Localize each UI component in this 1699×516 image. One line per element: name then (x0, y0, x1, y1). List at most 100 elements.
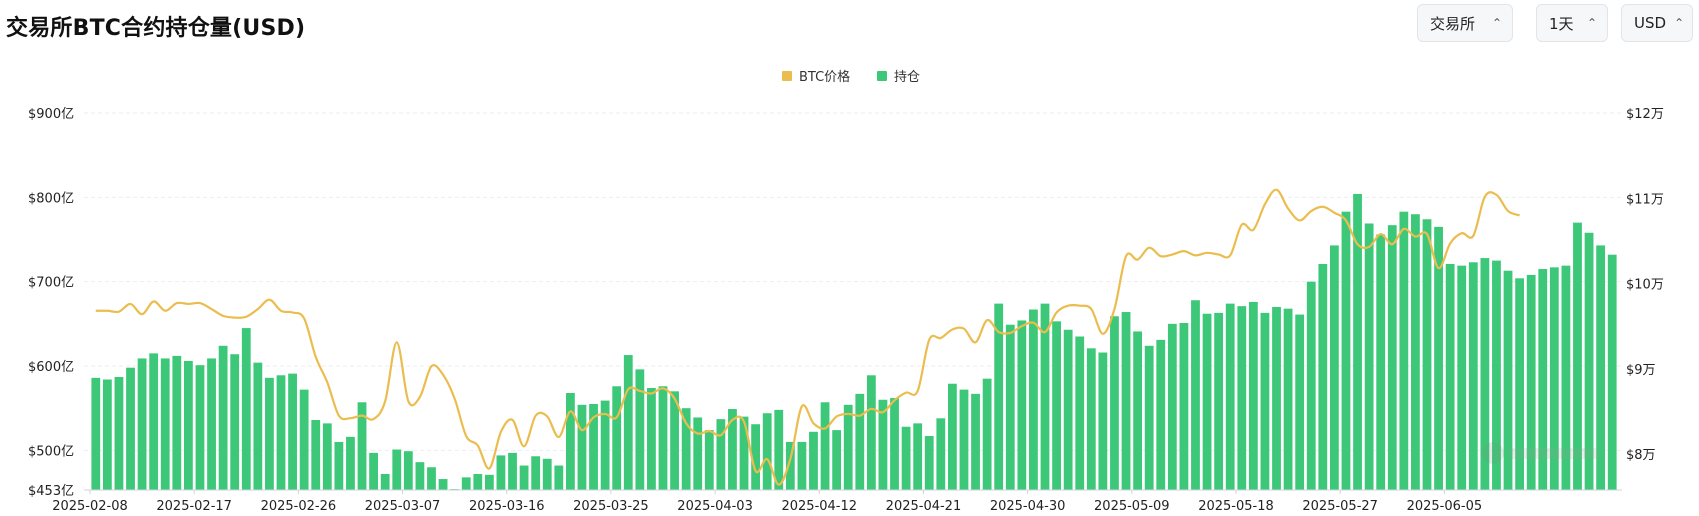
x-tick-label: 2025-04-03 (677, 499, 753, 514)
open-interest-bar (403, 451, 413, 490)
open-interest-bar (971, 393, 980, 490)
y-right-tick-label: $9万 (1626, 363, 1656, 378)
open-interest-bar (1052, 321, 1061, 490)
open-interest-bar (1468, 262, 1478, 490)
open-interest-bar (1167, 323, 1177, 490)
open-interest-bar (843, 404, 853, 490)
open-interest-bar (1121, 312, 1131, 490)
open-interest-bar (982, 378, 992, 490)
open-interest-bar (496, 455, 506, 490)
open-interest-bar (820, 402, 830, 490)
open-interest-bar (1283, 308, 1293, 490)
open-interest-chart: $453亿 $500亿 $600亿 $700亿 $800亿 $900亿 $8万 $9万 $10万… (28, 69, 1664, 514)
open-interest-bar (276, 375, 286, 490)
open-interest-bar (1248, 301, 1258, 490)
open-interest-bar (102, 379, 112, 490)
legend-label-open-interest: 持仓 (894, 70, 920, 85)
y-left-tick-label: $900亿 (28, 107, 74, 122)
open-interest-bar (913, 423, 923, 490)
open-interest-bar (947, 383, 957, 490)
open-interest-bar (207, 358, 216, 490)
open-interest-bar (438, 479, 448, 490)
x-tick-label: 2025-04-12 (781, 499, 857, 514)
open-interest-bar (172, 355, 182, 490)
open-interest-bar (265, 377, 274, 490)
open-interest-bar (681, 408, 691, 490)
open-interest-bar (183, 360, 193, 490)
open-interest-bar (1075, 336, 1085, 490)
y-right-tick-label: $11万 (1626, 192, 1664, 207)
x-tick-label: 2025-04-30 (990, 499, 1066, 514)
open-interest-bar (322, 423, 332, 490)
open-interest-bar (311, 419, 321, 490)
open-interest-bar (195, 365, 205, 490)
open-interest-bar (542, 458, 552, 490)
x-tick-label: 2025-03-16 (469, 499, 545, 514)
open-interest-bar (890, 398, 899, 490)
open-interest-bar (1411, 214, 1420, 490)
x-tick-label: 2025-05-27 (1302, 499, 1378, 514)
open-interest-bar (1156, 339, 1166, 490)
open-interest-bar (936, 418, 946, 490)
btc-price-path (95, 188, 1520, 486)
open-interest-bar (1098, 352, 1108, 490)
open-interest-bar (565, 393, 575, 490)
open-interest-bar (809, 431, 818, 490)
open-interest-bar (508, 452, 517, 490)
open-interest-bar (866, 375, 876, 490)
open-interest-bar (241, 328, 251, 490)
x-tick-label: 2025-05-18 (1198, 499, 1274, 514)
open-interest-bar (1295, 314, 1305, 490)
open-interest-bar (577, 404, 587, 490)
open-interest-bar (1214, 312, 1224, 490)
open-interest-bar (149, 353, 159, 490)
open-interest-bar (137, 358, 147, 490)
open-interest-bar (218, 345, 228, 490)
open-interest-bar (832, 430, 842, 490)
open-interest-bar (1272, 306, 1281, 490)
open-interest-bar (554, 465, 564, 490)
open-interest-bar (959, 389, 969, 490)
x-tick-label: 2025-02-17 (156, 499, 232, 514)
open-interest-bar (1179, 323, 1189, 490)
open-interest-bar (1110, 316, 1119, 490)
open-interest-bar (1329, 245, 1339, 490)
open-interest-bar (901, 426, 911, 490)
y-left-tick-label: $600亿 (28, 360, 74, 375)
y-right-tick-label: $12万 (1626, 107, 1664, 122)
y-left-tick-label: $800亿 (28, 191, 74, 206)
open-interest-bar (346, 436, 355, 490)
x-tick-label: 2025-06-05 (1407, 499, 1483, 514)
open-interest-bar (392, 449, 402, 490)
open-interest-bar (1399, 211, 1409, 490)
open-interest-bar (1607, 254, 1617, 490)
open-interest-bar (716, 419, 726, 490)
open-interest-bar (484, 474, 494, 490)
open-interest-bar (114, 376, 124, 490)
open-interest-bar (1063, 329, 1073, 490)
open-interest-bar (924, 436, 934, 490)
open-interest-bar (369, 452, 379, 490)
legend-swatch-btc-price (782, 71, 792, 81)
open-interest-bar (739, 416, 749, 490)
open-interest-bar (334, 441, 344, 490)
open-interest-bar (1341, 211, 1351, 490)
open-interest-bar (253, 362, 263, 490)
open-interest-bar (1306, 281, 1316, 490)
open-interest-bars (91, 193, 1617, 491)
y-right-tick-label: $8万 (1626, 448, 1656, 463)
open-interest-bar (288, 373, 297, 490)
open-interest-bar (531, 456, 541, 490)
open-interest-bar (1445, 263, 1455, 490)
open-interest-bar (1202, 313, 1212, 490)
open-interest-bar (1422, 219, 1432, 490)
open-interest-bar (693, 417, 703, 490)
open-interest-bar (519, 465, 529, 490)
open-interest-bar (1364, 223, 1374, 490)
open-interest-bar (797, 441, 807, 490)
y-left-tick-label: $453亿 (28, 484, 74, 499)
x-tick-label: 2025-03-07 (365, 499, 441, 514)
x-tick-label: 2025-02-08 (52, 499, 128, 514)
open-interest-bar (1376, 234, 1386, 490)
y-left-tick-label: $500亿 (28, 444, 74, 459)
